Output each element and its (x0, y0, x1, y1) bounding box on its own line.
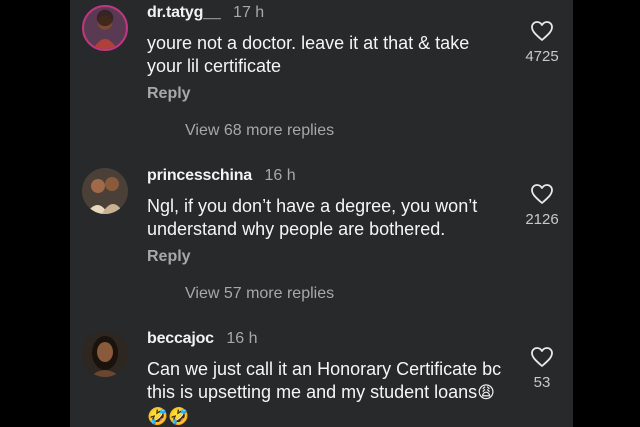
comment-text: Can we just call it an Honorary Certific… (147, 358, 502, 427)
like-control: 4725 (518, 20, 566, 65)
like-control: 53 (518, 346, 566, 391)
profile-photo-icon (82, 331, 128, 377)
comment-username[interactable]: dr.tatyg__ (147, 4, 221, 21)
like-count: 2126 (525, 211, 559, 228)
like-count: 4725 (525, 48, 559, 65)
comments-panel: dr.tatyg__ 17 h youre not a doctor. leav… (70, 0, 573, 427)
comment-text: youre not a doctor. leave it at that & t… (147, 33, 470, 76)
profile-photo-icon (82, 168, 128, 214)
heart-icon[interactable] (530, 346, 554, 368)
comment-text: Ngl, if you don’t have a degree, you won… (147, 196, 478, 239)
comment-username[interactable]: beccajoc (147, 330, 214, 347)
comment-time: 16 h (264, 167, 296, 184)
like-control: 2126 (518, 183, 566, 228)
heart-icon[interactable] (530, 20, 554, 42)
avatar[interactable] (82, 168, 128, 214)
like-count: 53 (533, 374, 551, 391)
heart-icon[interactable] (530, 183, 554, 205)
comment-time: 16 h (226, 330, 258, 347)
profile-photo-icon (84, 7, 126, 49)
comment-time: 17 h (233, 4, 265, 21)
view-more-replies-button[interactable]: View 68 more replies (185, 122, 334, 140)
comment-text-body: Can we just call it an Honorary Certific… (147, 359, 502, 402)
view-more-replies-button[interactable]: View 57 more replies (185, 285, 334, 303)
comment-username[interactable]: princesschina (147, 167, 252, 184)
reply-button[interactable]: Reply (147, 85, 191, 103)
avatar[interactable] (82, 331, 128, 377)
reply-button[interactable]: Reply (147, 248, 191, 266)
avatar[interactable] (82, 5, 128, 51)
